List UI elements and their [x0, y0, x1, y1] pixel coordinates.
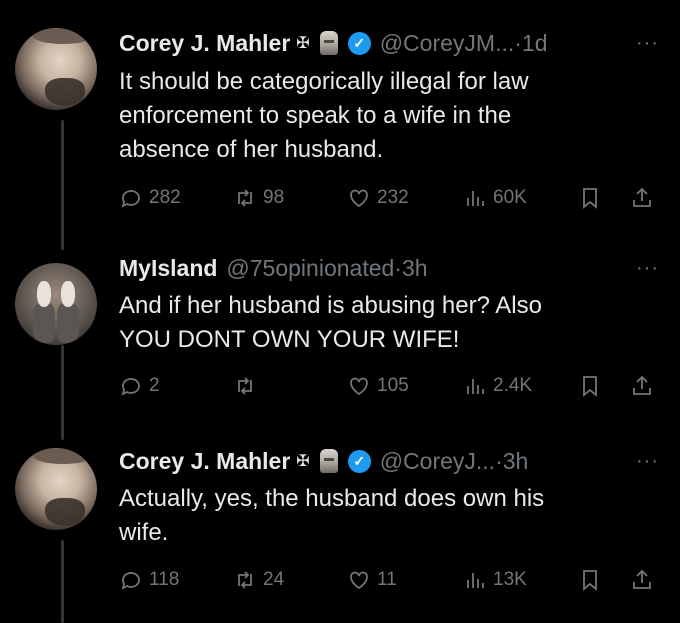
views-icon	[467, 379, 484, 394]
avatar-beard	[45, 498, 85, 526]
author-name[interactable]: Corey J. Mahler	[119, 30, 290, 57]
like-count: 11	[377, 569, 397, 590]
timestamp[interactable]: 1d	[522, 30, 548, 57]
bookmark-button[interactable]	[578, 183, 602, 213]
like-count: 232	[377, 187, 409, 208]
bookmark-icon	[583, 376, 597, 397]
bookmark-button[interactable]	[578, 371, 602, 401]
like-icon	[350, 571, 368, 590]
reply-icon	[121, 190, 140, 208]
view-count: 60K	[493, 187, 527, 208]
more-icon[interactable]: ···	[636, 450, 659, 473]
share-button[interactable]	[630, 565, 654, 595]
tweet-text: It should be categorically illegal for l…	[119, 68, 529, 163]
avatar-leg	[33, 303, 55, 343]
avatar-hair	[33, 448, 93, 464]
avatar-foot	[37, 281, 51, 307]
retweet-count: 98	[263, 187, 285, 208]
views-button[interactable]: 60K	[463, 183, 527, 213]
verified-icon[interactable]: ✓	[347, 31, 371, 55]
views-button[interactable]: 13K	[463, 565, 527, 595]
action-bar: 118 24 11 13K	[0, 565, 680, 595]
views-icon	[467, 191, 484, 206]
bookmark-icon	[583, 188, 597, 209]
share-button[interactable]	[630, 371, 654, 401]
retweet-button[interactable]: 98	[233, 183, 284, 213]
reply-count: 282	[149, 187, 181, 208]
like-button[interactable]: 11	[347, 565, 397, 595]
verified-icon[interactable]: ✓	[347, 449, 371, 473]
views-icon	[467, 573, 484, 588]
reply-count: 2	[149, 375, 160, 396]
more-icon[interactable]: ···	[636, 257, 659, 280]
timestamp[interactable]: 3h	[402, 255, 428, 282]
bookmark-button[interactable]	[578, 565, 602, 595]
like-icon	[350, 189, 368, 208]
avatar-hair	[33, 28, 93, 44]
cross-emoji: ✠	[296, 453, 310, 470]
view-count: 13K	[493, 569, 527, 590]
tweet-header: MyIsland @75opinionated · 3h	[119, 252, 679, 284]
retweet-icon	[238, 189, 252, 207]
tweet-text: Actually, yes, the husband does own his …	[119, 485, 545, 546]
retweet-icon	[238, 571, 252, 589]
share-button[interactable]	[630, 183, 654, 213]
author-handle[interactable]: @CoreyJM...	[380, 30, 515, 57]
like-button[interactable]: 105	[347, 371, 409, 401]
retweet-button[interactable]	[233, 371, 263, 401]
retweet-count: 24	[263, 569, 285, 590]
moai-emoji-icon	[319, 449, 338, 473]
action-bar: 2 105 2.4K	[0, 371, 680, 401]
share-icon	[633, 187, 651, 207]
share-icon	[633, 569, 651, 589]
reply-button[interactable]: 282	[119, 183, 181, 213]
reply-count: 118	[149, 569, 180, 590]
author-name[interactable]: Corey J. Mahler	[119, 448, 290, 475]
timestamp[interactable]: 3h	[503, 448, 529, 475]
like-count: 105	[377, 375, 409, 396]
tweet-text: And if her husband is abusing her? Also …	[119, 292, 542, 353]
more-icon[interactable]: ···	[636, 32, 659, 55]
tweet[interactable]: Corey J. Mahler ✠ ✓ @CoreyJ... · 3h ··· …	[0, 440, 680, 623]
avatar[interactable]	[15, 448, 97, 530]
author-handle[interactable]: @75opinionated	[226, 255, 394, 282]
like-button[interactable]: 232	[347, 183, 409, 213]
time-separator: ·	[394, 254, 402, 281]
reply-icon	[121, 378, 140, 396]
share-icon	[633, 375, 651, 395]
action-bar: 282 98 232 60K	[0, 183, 680, 213]
avatar-foot	[61, 281, 75, 307]
author-name[interactable]: MyIsland	[119, 255, 217, 282]
moai-emoji-icon	[319, 31, 338, 55]
views-button[interactable]: 2.4K	[463, 371, 532, 401]
tweet[interactable]: MyIsland @75opinionated · 3h ··· And if …	[0, 240, 680, 440]
avatar-leg	[57, 303, 79, 343]
tweet-header: Corey J. Mahler ✠ ✓ @CoreyJM... · 1d	[119, 27, 679, 59]
retweet-button[interactable]: 24	[233, 565, 284, 595]
cross-emoji: ✠	[296, 35, 310, 52]
tweet-header: Corey J. Mahler ✠ ✓ @CoreyJ... · 3h	[119, 445, 679, 477]
reply-icon	[121, 572, 140, 590]
avatar[interactable]	[15, 263, 97, 345]
tweet[interactable]: Corey J. Mahler ✠ ✓ @CoreyJM... · 1d ···…	[0, 0, 680, 240]
time-separator: ·	[495, 447, 503, 474]
bookmark-icon	[583, 570, 597, 591]
reply-button[interactable]: 118	[119, 565, 179, 595]
time-separator: ·	[514, 29, 522, 56]
author-handle[interactable]: @CoreyJ...	[380, 448, 495, 475]
retweet-icon	[238, 377, 252, 395]
avatar[interactable]	[15, 28, 97, 110]
view-count: 2.4K	[493, 375, 533, 396]
avatar-beard	[45, 78, 85, 106]
like-icon	[350, 377, 368, 396]
reply-button[interactable]: 2	[119, 371, 160, 401]
